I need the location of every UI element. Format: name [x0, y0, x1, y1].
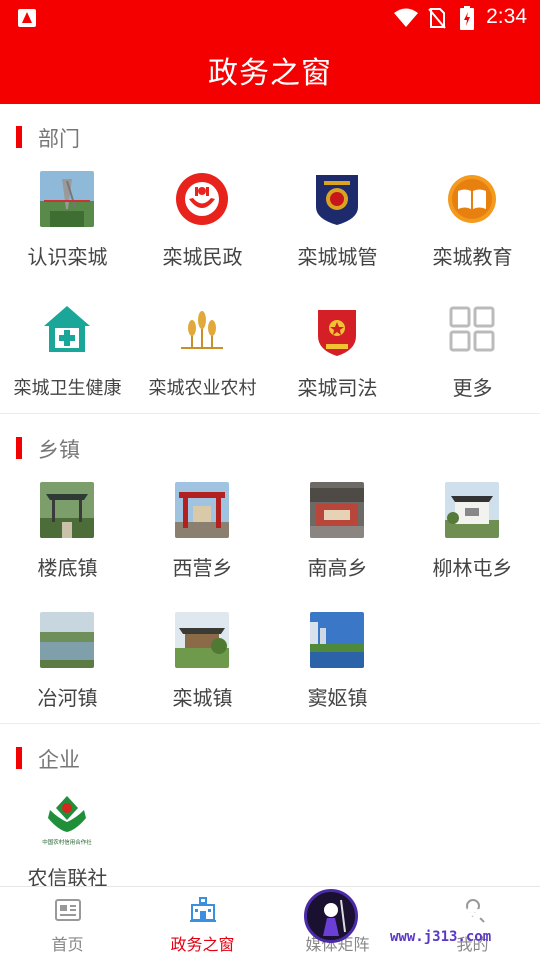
justice-emblem-icon	[310, 302, 364, 358]
app-notification-icon	[18, 9, 36, 27]
page-title: 政务之窗	[208, 56, 332, 91]
item-label: 冶河镇	[37, 686, 98, 710]
item-label: 更多	[452, 376, 493, 400]
grid-more-icon	[445, 302, 499, 358]
section-header-enterprises: 企业	[16, 745, 316, 772]
dept-item-chengguan[interactable]: 栾城城管	[270, 171, 405, 281]
rural-credit-logo-icon: 中国农村信用合作社	[40, 792, 94, 848]
city-sculpture-photo-icon	[40, 171, 94, 227]
news-icon	[55, 899, 81, 921]
item-label: 柳林屯乡	[432, 556, 513, 580]
section-accent-bar	[16, 126, 22, 148]
item-label: 栾城城管	[297, 245, 378, 269]
pavilion-photo-icon	[40, 482, 94, 538]
lake-photo-icon	[310, 612, 364, 668]
watermark-url: www.j313.com	[390, 929, 492, 945]
town-item-liulintun[interactable]: 柳林屯乡	[405, 482, 540, 592]
nav-home[interactable]: 首页	[0, 887, 135, 960]
town-item-luancheng[interactable]: 栾城镇	[135, 612, 270, 722]
logo-caption: 中国农村信用合作社	[42, 838, 92, 846]
nav-label: 政务之窗	[170, 935, 235, 954]
dept-item-renshi[interactable]: 认识栾城	[0, 171, 135, 281]
header-bar: 2:34 政务之窗	[0, 0, 540, 104]
wifi-icon	[394, 8, 418, 27]
item-label: 栾城民政	[162, 245, 243, 269]
item-label: 窦妪镇	[307, 686, 368, 710]
section-divider	[0, 413, 540, 414]
watermark-avatar-icon	[304, 889, 358, 943]
item-label: 楼底镇	[37, 556, 98, 580]
watermark: 基伞手游资源网 www.j313.com	[300, 886, 540, 960]
section-title: 乡镇	[38, 438, 80, 462]
item-label: 南高乡	[307, 556, 368, 580]
building-photo-icon	[310, 482, 364, 538]
dept-item-minzheng[interactable]: 栾城民政	[135, 171, 270, 281]
section-accent-bar	[16, 747, 22, 769]
dept-item-sifa[interactable]: 栾城司法	[270, 302, 405, 412]
status-time: 2:34	[486, 5, 527, 28]
town-item-xiying[interactable]: 西营乡	[135, 482, 270, 592]
item-label: 栾城司法	[297, 376, 378, 400]
battery-icon	[460, 6, 474, 30]
nav-government[interactable]: 政务之窗	[135, 887, 270, 960]
dept-item-weisheng[interactable]: 栾城卫生健康	[0, 302, 135, 412]
government-building-icon	[190, 897, 216, 922]
nav-label: 首页	[51, 935, 84, 954]
wheat-icon	[175, 302, 229, 358]
health-house-icon	[40, 302, 94, 358]
item-label: 栾城农业农村	[148, 378, 257, 399]
item-label: 栾城镇	[172, 686, 233, 710]
item-label: 栾城教育	[432, 245, 513, 269]
town-item-nangao[interactable]: 南高乡	[270, 482, 405, 592]
section-accent-bar	[16, 437, 22, 459]
status-bar: 2:34	[0, 0, 540, 36]
courtyard-photo-icon	[445, 482, 499, 538]
dept-item-jiaoyu[interactable]: 栾城教育	[405, 171, 540, 281]
item-label: 西营乡	[172, 556, 233, 580]
town-item-yehe[interactable]: 冶河镇	[0, 612, 135, 722]
river-photo-icon	[40, 612, 94, 668]
section-header-towns: 乡镇	[16, 435, 316, 462]
section-title: 部门	[38, 127, 80, 151]
item-label: 栾城卫生健康	[13, 378, 122, 399]
section-title: 企业	[38, 748, 80, 772]
town-item-douyu[interactable]: 窦妪镇	[270, 612, 405, 722]
dept-item-nongye[interactable]: 栾城农业农村	[135, 302, 270, 412]
urban-management-badge-icon	[310, 171, 364, 227]
no-sim-icon	[428, 8, 446, 29]
civil-affairs-emblem-icon	[175, 171, 229, 227]
garden-pavilion-photo-icon	[175, 612, 229, 668]
section-header-departments: 部门	[16, 124, 316, 151]
town-item-loudi[interactable]: 楼底镇	[0, 482, 135, 592]
section-divider	[0, 723, 540, 724]
education-book-icon	[445, 171, 499, 227]
gate-photo-icon	[175, 482, 229, 538]
dept-item-more[interactable]: 更多	[405, 302, 540, 412]
item-label: 认识栾城	[27, 245, 108, 269]
